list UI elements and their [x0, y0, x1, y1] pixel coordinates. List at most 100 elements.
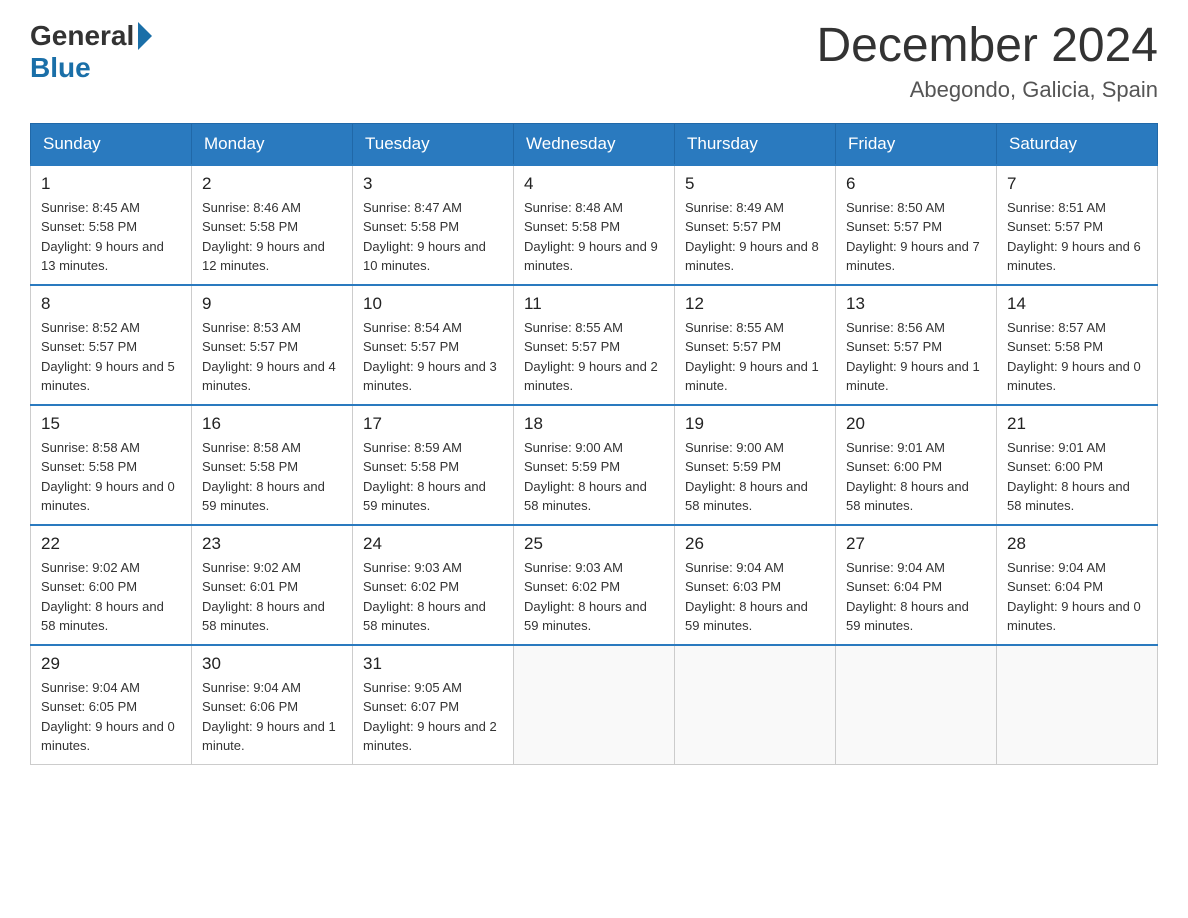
- title-section: December 2024 Abegondo, Galicia, Spain: [816, 20, 1158, 103]
- day-cell-18: 18 Sunrise: 9:00 AMSunset: 5:59 PMDayligh…: [514, 405, 675, 525]
- day-info: Sunrise: 8:58 AMSunset: 5:58 PMDaylight:…: [202, 438, 342, 516]
- calendar-table: SundayMondayTuesdayWednesdayThursdayFrid…: [30, 123, 1158, 765]
- header-day-wednesday: Wednesday: [514, 123, 675, 165]
- day-number: 15: [41, 414, 181, 434]
- header-day-sunday: Sunday: [31, 123, 192, 165]
- logo: General Blue: [30, 20, 152, 84]
- day-info: Sunrise: 9:00 AMSunset: 5:59 PMDaylight:…: [685, 438, 825, 516]
- day-info: Sunrise: 8:59 AMSunset: 5:58 PMDaylight:…: [363, 438, 503, 516]
- day-info: Sunrise: 8:47 AMSunset: 5:58 PMDaylight:…: [363, 198, 503, 276]
- location-title: Abegondo, Galicia, Spain: [816, 77, 1158, 103]
- day-number: 12: [685, 294, 825, 314]
- day-number: 27: [846, 534, 986, 554]
- day-number: 1: [41, 174, 181, 194]
- logo-general-text: General: [30, 20, 134, 52]
- day-info: Sunrise: 9:02 AMSunset: 6:01 PMDaylight:…: [202, 558, 342, 636]
- day-number: 25: [524, 534, 664, 554]
- day-info: Sunrise: 8:49 AMSunset: 5:57 PMDaylight:…: [685, 198, 825, 276]
- empty-cell: [514, 645, 675, 765]
- day-number: 13: [846, 294, 986, 314]
- day-cell-3: 3Sunrise: 8:47 AMSunset: 5:58 PMDaylight…: [353, 165, 514, 285]
- logo-general: General: [30, 20, 152, 52]
- day-info: Sunrise: 9:03 AMSunset: 6:02 PMDaylight:…: [363, 558, 503, 636]
- day-cell-12: 12 Sunrise: 8:55 AMSunset: 5:57 PMDayligh…: [675, 285, 836, 405]
- week-row-4: 22 Sunrise: 9:02 AMSunset: 6:00 PMDayligh…: [31, 525, 1158, 645]
- day-info: Sunrise: 8:50 AMSunset: 5:57 PMDaylight:…: [846, 198, 986, 276]
- day-info: Sunrise: 8:55 AMSunset: 5:57 PMDaylight:…: [524, 318, 664, 396]
- day-cell-24: 24 Sunrise: 9:03 AMSunset: 6:02 PMDayligh…: [353, 525, 514, 645]
- day-cell-27: 27 Sunrise: 9:04 AMSunset: 6:04 PMDayligh…: [836, 525, 997, 645]
- day-cell-29: 29 Sunrise: 9:04 AMSunset: 6:05 PMDayligh…: [31, 645, 192, 765]
- day-number: 28: [1007, 534, 1147, 554]
- day-cell-9: 9Sunrise: 8:53 AMSunset: 5:57 PMDaylight…: [192, 285, 353, 405]
- day-number: 29: [41, 654, 181, 674]
- day-cell-21: 21Sunrise: 9:01 AMSunset: 6:00 PMDayligh…: [997, 405, 1158, 525]
- day-cell-11: 11 Sunrise: 8:55 AMSunset: 5:57 PMDayligh…: [514, 285, 675, 405]
- day-number: 17: [363, 414, 503, 434]
- day-number: 20: [846, 414, 986, 434]
- day-cell-8: 8 Sunrise: 8:52 AMSunset: 5:57 PMDaylight…: [31, 285, 192, 405]
- day-info: Sunrise: 8:54 AMSunset: 5:57 PMDaylight:…: [363, 318, 503, 396]
- day-number: 22: [41, 534, 181, 554]
- logo-arrow-icon: [138, 22, 152, 50]
- day-number: 30: [202, 654, 342, 674]
- day-number: 31: [363, 654, 503, 674]
- day-number: 26: [685, 534, 825, 554]
- day-info: Sunrise: 8:45 AMSunset: 5:58 PMDaylight:…: [41, 198, 181, 276]
- header-day-thursday: Thursday: [675, 123, 836, 165]
- day-number: 24: [363, 534, 503, 554]
- day-cell-6: 6 Sunrise: 8:50 AMSunset: 5:57 PMDaylight…: [836, 165, 997, 285]
- day-number: 18: [524, 414, 664, 434]
- day-info: Sunrise: 8:52 AMSunset: 5:57 PMDaylight:…: [41, 318, 181, 396]
- day-info: Sunrise: 9:00 AMSunset: 5:59 PMDaylight:…: [524, 438, 664, 516]
- day-number: 6: [846, 174, 986, 194]
- day-info: Sunrise: 9:04 AMSunset: 6:04 PMDaylight:…: [846, 558, 986, 636]
- empty-cell: [836, 645, 997, 765]
- day-info: Sunrise: 8:57 AMSunset: 5:58 PMDaylight:…: [1007, 318, 1147, 396]
- day-cell-19: 19 Sunrise: 9:00 AMSunset: 5:59 PMDayligh…: [675, 405, 836, 525]
- week-row-3: 15 Sunrise: 8:58 AMSunset: 5:58 PMDayligh…: [31, 405, 1158, 525]
- day-number: 23: [202, 534, 342, 554]
- day-info: Sunrise: 9:05 AMSunset: 6:07 PMDaylight:…: [363, 678, 503, 756]
- day-number: 14: [1007, 294, 1147, 314]
- day-cell-16: 16 Sunrise: 8:58 AMSunset: 5:58 PMDayligh…: [192, 405, 353, 525]
- header-day-monday: Monday: [192, 123, 353, 165]
- day-info: Sunrise: 8:56 AMSunset: 5:57 PMDaylight:…: [846, 318, 986, 396]
- day-cell-13: 13 Sunrise: 8:56 AMSunset: 5:57 PMDayligh…: [836, 285, 997, 405]
- day-cell-7: 7Sunrise: 8:51 AMSunset: 5:57 PMDaylight…: [997, 165, 1158, 285]
- week-row-2: 8 Sunrise: 8:52 AMSunset: 5:57 PMDaylight…: [31, 285, 1158, 405]
- day-info: Sunrise: 8:46 AMSunset: 5:58 PMDaylight:…: [202, 198, 342, 276]
- day-info: Sunrise: 8:51 AMSunset: 5:57 PMDaylight:…: [1007, 198, 1147, 276]
- day-cell-14: 14 Sunrise: 8:57 AMSunset: 5:58 PMDayligh…: [997, 285, 1158, 405]
- day-number: 9: [202, 294, 342, 314]
- week-row-5: 29 Sunrise: 9:04 AMSunset: 6:05 PMDayligh…: [31, 645, 1158, 765]
- day-info: Sunrise: 9:04 AMSunset: 6:05 PMDaylight:…: [41, 678, 181, 756]
- day-info: Sunrise: 9:02 AMSunset: 6:00 PMDaylight:…: [41, 558, 181, 636]
- day-info: Sunrise: 8:55 AMSunset: 5:57 PMDaylight:…: [685, 318, 825, 396]
- day-number: 5: [685, 174, 825, 194]
- day-number: 19: [685, 414, 825, 434]
- day-number: 2: [202, 174, 342, 194]
- day-cell-22: 22 Sunrise: 9:02 AMSunset: 6:00 PMDayligh…: [31, 525, 192, 645]
- day-cell-26: 26 Sunrise: 9:04 AMSunset: 6:03 PMDayligh…: [675, 525, 836, 645]
- day-cell-31: 31 Sunrise: 9:05 AMSunset: 6:07 PMDayligh…: [353, 645, 514, 765]
- week-row-1: 1 Sunrise: 8:45 AMSunset: 5:58 PMDaylight…: [31, 165, 1158, 285]
- day-cell-2: 2 Sunrise: 8:46 AMSunset: 5:58 PMDaylight…: [192, 165, 353, 285]
- day-cell-30: 30Sunrise: 9:04 AMSunset: 6:06 PMDayligh…: [192, 645, 353, 765]
- day-number: 8: [41, 294, 181, 314]
- day-number: 10: [363, 294, 503, 314]
- empty-cell: [997, 645, 1158, 765]
- header-day-tuesday: Tuesday: [353, 123, 514, 165]
- day-cell-25: 25Sunrise: 9:03 AMSunset: 6:02 PMDayligh…: [514, 525, 675, 645]
- day-number: 16: [202, 414, 342, 434]
- day-cell-23: 23 Sunrise: 9:02 AMSunset: 6:01 PMDayligh…: [192, 525, 353, 645]
- month-title: December 2024: [816, 20, 1158, 73]
- day-info: Sunrise: 9:04 AMSunset: 6:04 PMDaylight:…: [1007, 558, 1147, 636]
- day-info: Sunrise: 9:01 AMSunset: 6:00 PMDaylight:…: [1007, 438, 1147, 516]
- day-cell-17: 17 Sunrise: 8:59 AMSunset: 5:58 PMDayligh…: [353, 405, 514, 525]
- header-day-friday: Friday: [836, 123, 997, 165]
- logo-blue-text: Blue: [30, 52, 91, 84]
- day-info: Sunrise: 9:04 AMSunset: 6:03 PMDaylight:…: [685, 558, 825, 636]
- day-cell-1: 1 Sunrise: 8:45 AMSunset: 5:58 PMDaylight…: [31, 165, 192, 285]
- day-number: 11: [524, 294, 664, 314]
